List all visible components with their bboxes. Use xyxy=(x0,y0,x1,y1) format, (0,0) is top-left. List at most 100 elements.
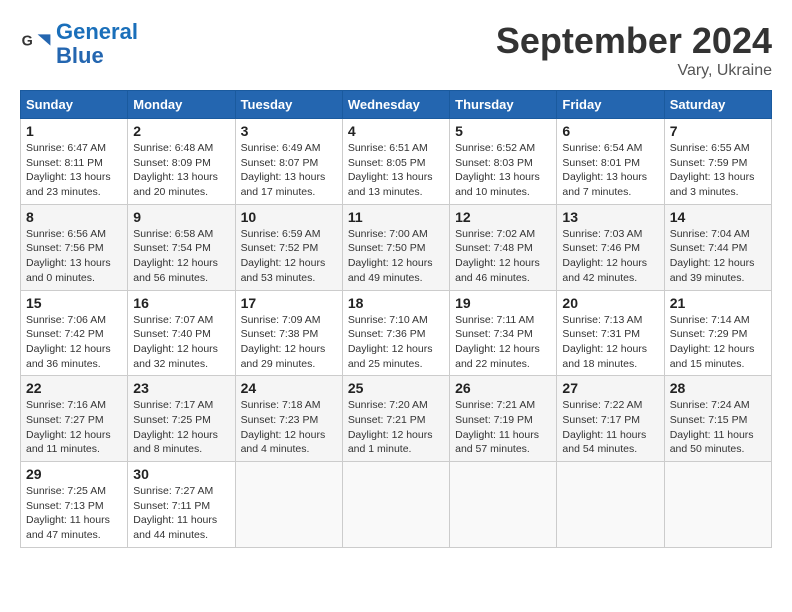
logo-line1: General xyxy=(56,19,138,44)
day-number: 13 xyxy=(562,209,658,225)
day-number: 6 xyxy=(562,123,658,139)
calendar-week-2: 8 Sunrise: 6:56 AM Sunset: 7:56 PM Dayli… xyxy=(21,204,772,290)
calendar-cell xyxy=(664,462,771,548)
dow-header-sunday: Sunday xyxy=(21,91,128,119)
dow-header-wednesday: Wednesday xyxy=(342,91,449,119)
day-number: 30 xyxy=(133,466,229,482)
day-number: 11 xyxy=(348,209,444,225)
calendar-cell: 22 Sunrise: 7:16 AM Sunset: 7:27 PM Dayl… xyxy=(21,376,128,462)
day-info: Sunrise: 7:21 AM Sunset: 7:19 PM Dayligh… xyxy=(455,398,551,457)
calendar-cell: 15 Sunrise: 7:06 AM Sunset: 7:42 PM Dayl… xyxy=(21,290,128,376)
location: Vary, Ukraine xyxy=(496,62,772,80)
day-number: 27 xyxy=(562,380,658,396)
calendar-cell xyxy=(557,462,664,548)
calendar-cell: 28 Sunrise: 7:24 AM Sunset: 7:15 PM Dayl… xyxy=(664,376,771,462)
day-info: Sunrise: 6:48 AM Sunset: 8:09 PM Dayligh… xyxy=(133,141,229,200)
day-info: Sunrise: 6:49 AM Sunset: 8:07 PM Dayligh… xyxy=(241,141,337,200)
day-number: 19 xyxy=(455,295,551,311)
day-info: Sunrise: 7:22 AM Sunset: 7:17 PM Dayligh… xyxy=(562,398,658,457)
calendar-cell: 27 Sunrise: 7:22 AM Sunset: 7:17 PM Dayl… xyxy=(557,376,664,462)
day-info: Sunrise: 7:20 AM Sunset: 7:21 PM Dayligh… xyxy=(348,398,444,457)
title-block: September 2024 Vary, Ukraine xyxy=(496,20,772,80)
day-number: 3 xyxy=(241,123,337,139)
calendar-cell: 23 Sunrise: 7:17 AM Sunset: 7:25 PM Dayl… xyxy=(128,376,235,462)
day-number: 4 xyxy=(348,123,444,139)
day-info: Sunrise: 7:00 AM Sunset: 7:50 PM Dayligh… xyxy=(348,227,444,286)
day-number: 22 xyxy=(26,380,122,396)
day-info: Sunrise: 7:11 AM Sunset: 7:34 PM Dayligh… xyxy=(455,313,551,372)
day-number: 18 xyxy=(348,295,444,311)
day-info: Sunrise: 6:55 AM Sunset: 7:59 PM Dayligh… xyxy=(670,141,766,200)
calendar-cell: 25 Sunrise: 7:20 AM Sunset: 7:21 PM Dayl… xyxy=(342,376,449,462)
calendar-cell: 20 Sunrise: 7:13 AM Sunset: 7:31 PM Dayl… xyxy=(557,290,664,376)
day-info: Sunrise: 7:18 AM Sunset: 7:23 PM Dayligh… xyxy=(241,398,337,457)
day-number: 21 xyxy=(670,295,766,311)
day-info: Sunrise: 7:09 AM Sunset: 7:38 PM Dayligh… xyxy=(241,313,337,372)
day-info: Sunrise: 7:17 AM Sunset: 7:25 PM Dayligh… xyxy=(133,398,229,457)
day-number: 29 xyxy=(26,466,122,482)
calendar-cell: 29 Sunrise: 7:25 AM Sunset: 7:13 PM Dayl… xyxy=(21,462,128,548)
calendar-cell xyxy=(342,462,449,548)
day-info: Sunrise: 6:56 AM Sunset: 7:56 PM Dayligh… xyxy=(26,227,122,286)
month-title: September 2024 xyxy=(496,20,772,62)
day-number: 26 xyxy=(455,380,551,396)
calendar-cell xyxy=(235,462,342,548)
dow-header-tuesday: Tuesday xyxy=(235,91,342,119)
day-info: Sunrise: 6:58 AM Sunset: 7:54 PM Dayligh… xyxy=(133,227,229,286)
logo-icon: G xyxy=(20,28,52,60)
calendar-cell: 9 Sunrise: 6:58 AM Sunset: 7:54 PM Dayli… xyxy=(128,204,235,290)
dow-header-thursday: Thursday xyxy=(450,91,557,119)
day-number: 10 xyxy=(241,209,337,225)
dow-header-saturday: Saturday xyxy=(664,91,771,119)
calendar-cell: 16 Sunrise: 7:07 AM Sunset: 7:40 PM Dayl… xyxy=(128,290,235,376)
day-info: Sunrise: 6:47 AM Sunset: 8:11 PM Dayligh… xyxy=(26,141,122,200)
calendar-cell: 26 Sunrise: 7:21 AM Sunset: 7:19 PM Dayl… xyxy=(450,376,557,462)
day-number: 15 xyxy=(26,295,122,311)
day-number: 2 xyxy=(133,123,229,139)
day-number: 1 xyxy=(26,123,122,139)
day-info: Sunrise: 7:27 AM Sunset: 7:11 PM Dayligh… xyxy=(133,484,229,543)
day-number: 16 xyxy=(133,295,229,311)
calendar-week-1: 1 Sunrise: 6:47 AM Sunset: 8:11 PM Dayli… xyxy=(21,119,772,205)
calendar-week-5: 29 Sunrise: 7:25 AM Sunset: 7:13 PM Dayl… xyxy=(21,462,772,548)
day-info: Sunrise: 7:02 AM Sunset: 7:48 PM Dayligh… xyxy=(455,227,551,286)
day-info: Sunrise: 6:52 AM Sunset: 8:03 PM Dayligh… xyxy=(455,141,551,200)
day-info: Sunrise: 7:14 AM Sunset: 7:29 PM Dayligh… xyxy=(670,313,766,372)
day-number: 17 xyxy=(241,295,337,311)
calendar-week-3: 15 Sunrise: 7:06 AM Sunset: 7:42 PM Dayl… xyxy=(21,290,772,376)
calendar-cell: 5 Sunrise: 6:52 AM Sunset: 8:03 PM Dayli… xyxy=(450,119,557,205)
calendar-cell: 13 Sunrise: 7:03 AM Sunset: 7:46 PM Dayl… xyxy=(557,204,664,290)
day-info: Sunrise: 6:54 AM Sunset: 8:01 PM Dayligh… xyxy=(562,141,658,200)
day-info: Sunrise: 7:07 AM Sunset: 7:40 PM Dayligh… xyxy=(133,313,229,372)
calendar-cell: 14 Sunrise: 7:04 AM Sunset: 7:44 PM Dayl… xyxy=(664,204,771,290)
calendar-cell: 17 Sunrise: 7:09 AM Sunset: 7:38 PM Dayl… xyxy=(235,290,342,376)
day-number: 23 xyxy=(133,380,229,396)
day-number: 8 xyxy=(26,209,122,225)
day-number: 14 xyxy=(670,209,766,225)
calendar-cell: 8 Sunrise: 6:56 AM Sunset: 7:56 PM Dayli… xyxy=(21,204,128,290)
day-info: Sunrise: 6:59 AM Sunset: 7:52 PM Dayligh… xyxy=(241,227,337,286)
logo: G General Blue xyxy=(20,20,138,68)
day-info: Sunrise: 7:03 AM Sunset: 7:46 PM Dayligh… xyxy=(562,227,658,286)
calendar-week-4: 22 Sunrise: 7:16 AM Sunset: 7:27 PM Dayl… xyxy=(21,376,772,462)
logo-line2: Blue xyxy=(56,43,104,68)
day-number: 9 xyxy=(133,209,229,225)
day-info: Sunrise: 7:13 AM Sunset: 7:31 PM Dayligh… xyxy=(562,313,658,372)
calendar-cell: 18 Sunrise: 7:10 AM Sunset: 7:36 PM Dayl… xyxy=(342,290,449,376)
day-number: 28 xyxy=(670,380,766,396)
calendar-cell: 10 Sunrise: 6:59 AM Sunset: 7:52 PM Dayl… xyxy=(235,204,342,290)
day-info: Sunrise: 7:10 AM Sunset: 7:36 PM Dayligh… xyxy=(348,313,444,372)
calendar-cell: 7 Sunrise: 6:55 AM Sunset: 7:59 PM Dayli… xyxy=(664,119,771,205)
calendar-cell: 19 Sunrise: 7:11 AM Sunset: 7:34 PM Dayl… xyxy=(450,290,557,376)
day-info: Sunrise: 6:51 AM Sunset: 8:05 PM Dayligh… xyxy=(348,141,444,200)
day-number: 5 xyxy=(455,123,551,139)
calendar-cell: 1 Sunrise: 6:47 AM Sunset: 8:11 PM Dayli… xyxy=(21,119,128,205)
page-header: G General Blue September 2024 Vary, Ukra… xyxy=(20,20,772,80)
calendar-cell: 30 Sunrise: 7:27 AM Sunset: 7:11 PM Dayl… xyxy=(128,462,235,548)
calendar-table: SundayMondayTuesdayWednesdayThursdayFrid… xyxy=(20,90,772,548)
day-info: Sunrise: 7:06 AM Sunset: 7:42 PM Dayligh… xyxy=(26,313,122,372)
logo-text: General Blue xyxy=(56,20,138,68)
dow-header-monday: Monday xyxy=(128,91,235,119)
day-number: 25 xyxy=(348,380,444,396)
calendar-cell: 24 Sunrise: 7:18 AM Sunset: 7:23 PM Dayl… xyxy=(235,376,342,462)
